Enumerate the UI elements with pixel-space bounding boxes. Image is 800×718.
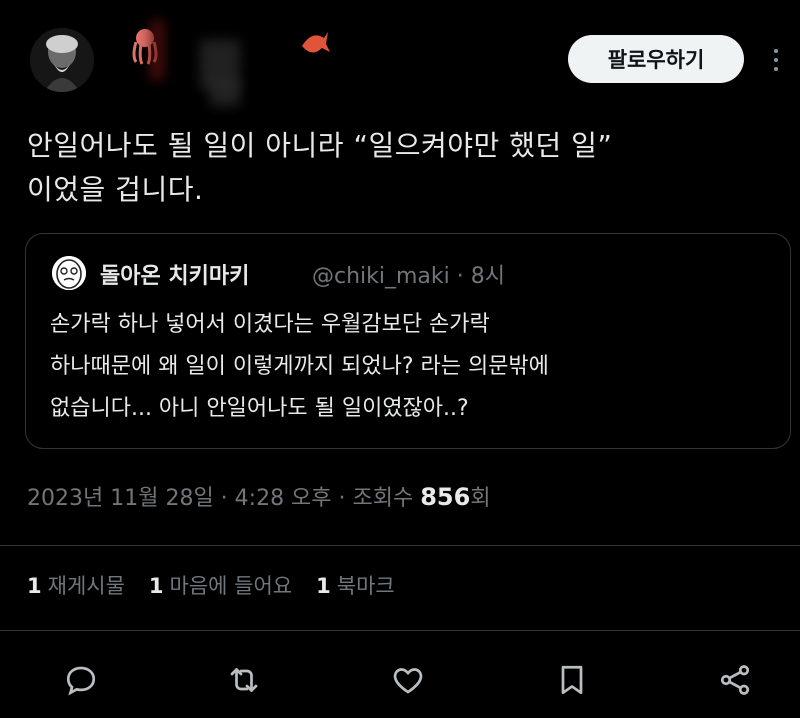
likes-label: 마음에 들어요 (169, 574, 293, 598)
tweet-text-line: 안일어나도 될 일이 아니라 “일으켜야만 했던 일” (27, 129, 613, 162)
tweet-text: 안일어나도 될 일이 아니라 “일으켜야만 했던 일” 이었을 겁니다. (27, 124, 787, 212)
tweet-text-line: 이었을 겁니다. (27, 173, 204, 206)
reposts-label: 재게시물 (47, 574, 125, 598)
bookmarks-count: 1 (316, 574, 331, 598)
quoted-author-handle: @chiki_maki · 8시 (312, 264, 505, 289)
timestamp[interactable]: 2023년 11월 28일 · 4:28 오후 · 조회수 (27, 486, 420, 511)
redacted-block (210, 80, 240, 106)
likes-count: 1 (148, 574, 164, 598)
divider (0, 545, 800, 546)
repost-icon[interactable] (224, 660, 264, 700)
reposts-stat[interactable]: 1 재게시물 (27, 570, 125, 600)
quoted-text-line: 하나때문에 왜 일이 이렇게까지 되었나? 라는 의문밖에 (50, 354, 549, 379)
divider (0, 630, 800, 631)
likes-stat[interactable]: 1 마음에 들어요 (149, 570, 292, 600)
engagement-stats: 1 재게시물 1 마음에 들어요 1 북마크 (27, 570, 395, 600)
tweet-meta: 2023년 11월 28일 · 4:28 오후 · 조회수 856회 (27, 480, 491, 512)
cartoon-face-icon (52, 256, 86, 290)
avatar-image (30, 28, 94, 92)
more-options-icon[interactable] (764, 42, 788, 78)
action-bar (0, 648, 800, 708)
bookmarks-label: 북마크 (336, 574, 395, 598)
quoted-text-line: 손가락 하나 넣어서 이겼다는 우월감보단 손가락 (50, 312, 490, 337)
quoted-text-line: 없습니다... 아니 안일어나도 될 일이였잖아..? (50, 396, 469, 421)
share-icon[interactable] (715, 660, 755, 700)
reply-icon[interactable] (61, 660, 101, 700)
follow-button[interactable]: 팔로우하기 (568, 35, 744, 83)
quoted-tweet[interactable]: 돌아온 치키마키 @chiki_maki · 8시 손가락 하나 넣어서 이겼다… (25, 233, 791, 449)
bookmarks-stat[interactable]: 1 북마크 (316, 570, 395, 600)
view-count: 856 (420, 483, 471, 511)
author-name-redacted[interactable] (110, 20, 370, 110)
quoted-avatar[interactable] (52, 256, 86, 290)
reposts-count: 1 (27, 574, 42, 598)
tweet-header: 팔로우하기 (0, 0, 800, 110)
quoted-author-name[interactable]: 돌아온 치키마키 (100, 258, 249, 290)
redacted-block (150, 20, 164, 80)
view-count-suffix: 회 (470, 486, 491, 511)
avatar[interactable] (30, 28, 94, 92)
bookmark-icon[interactable] (552, 660, 592, 700)
like-icon[interactable] (388, 660, 428, 700)
quoted-tweet-text: 손가락 하나 넣어서 이겼다는 우월감보단 손가락 하나때문에 왜 일이 이렇게… (50, 304, 770, 430)
fish-emoji-icon (302, 32, 330, 53)
